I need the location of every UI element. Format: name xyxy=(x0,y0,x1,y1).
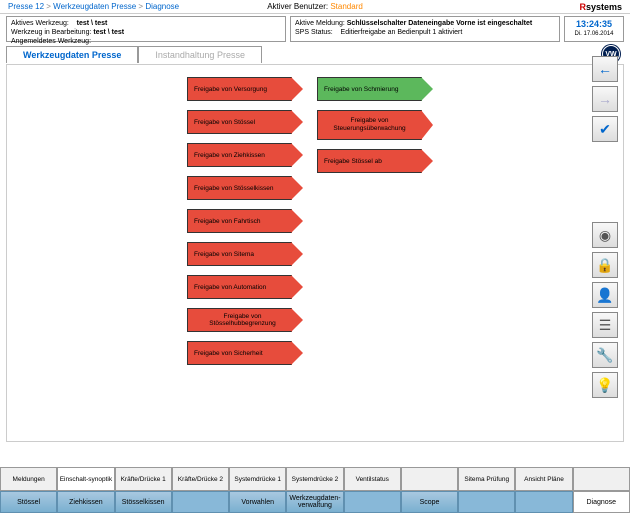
bulb-icon[interactable]: 💡 xyxy=(592,372,618,398)
status-info-box: Aktive Meldung: Schlüsselschalter Datene… xyxy=(290,16,560,42)
subtab-10 xyxy=(573,467,630,491)
tab-werkzeugdaten[interactable]: Werkzeugdaten Presse xyxy=(6,46,138,63)
flow-branch-1[interactable]: Freigabe von Steuerungsüberwachung xyxy=(317,110,422,140)
subtab-5[interactable]: Systemdrücke 2 xyxy=(286,467,343,491)
brand-logo: Rsystems xyxy=(579,2,622,12)
nav-1[interactable]: Ziehkissen xyxy=(57,491,114,513)
flow-step-0[interactable]: Freigabe von Versorgung xyxy=(187,77,292,101)
nav-4[interactable]: Vorwahlen xyxy=(229,491,286,513)
flow-branch-2[interactable]: Freigabe Stössel ab xyxy=(317,149,422,173)
forward-icon[interactable]: → xyxy=(592,86,618,112)
subtab-4[interactable]: Systemdrücke 1 xyxy=(229,467,286,491)
check-icon[interactable]: ✔ xyxy=(592,116,618,142)
datetime-box: 13:24:35 Di. 17.06.2014 xyxy=(564,16,624,42)
nav-3 xyxy=(172,491,229,513)
nav-10[interactable]: Diagnose xyxy=(573,491,630,513)
subtab-7 xyxy=(401,467,458,491)
tool-info-box: Aktives Werkzeug: test \ test Werkzeug i… xyxy=(6,16,286,42)
flow-step-6[interactable]: Freigabe von Automation xyxy=(187,275,292,299)
subtab-3[interactable]: Kräfte/Drücke 2 xyxy=(172,467,229,491)
nav-0[interactable]: Stössel xyxy=(0,491,57,513)
subtab-8[interactable]: Sitema Prüfung xyxy=(458,467,515,491)
flow-step-7[interactable]: Freigabe von Stösselhubbegrenzung xyxy=(187,308,292,332)
nav-9 xyxy=(515,491,572,513)
flow-step-1[interactable]: Freigabe von Stössel xyxy=(187,110,292,134)
breadcrumb[interactable]: Presse 12 > Werkzeugdaten Presse > Diagn… xyxy=(8,2,179,11)
flow-step-4[interactable]: Freigabe von Fahrtisch xyxy=(187,209,292,233)
flow-step-3[interactable]: Freigabe von Stösselkissen xyxy=(187,176,292,200)
flow-step-5[interactable]: Freigabe von Sitema xyxy=(187,242,292,266)
nav-7[interactable]: Scope xyxy=(401,491,458,513)
flow-step-8[interactable]: Freigabe von Sicherheit xyxy=(187,341,292,365)
diagram-area: Freigabe von Versorgung Freigabe von Stös… xyxy=(6,64,624,442)
list-icon[interactable]: ☰ xyxy=(592,312,618,338)
wrench-icon[interactable]: 🔧 xyxy=(592,342,618,368)
user-icon[interactable]: 👤 xyxy=(592,282,618,308)
nav-8 xyxy=(458,491,515,513)
subtab-1[interactable]: Einschalt-synoptik xyxy=(57,467,114,491)
lock-icon[interactable]: 🔒 xyxy=(592,252,618,278)
camera-icon[interactable]: ◉ xyxy=(592,222,618,248)
subtab-6[interactable]: Ventilstatus xyxy=(344,467,401,491)
nav-5[interactable]: Werkzeugdaten-verwaltung xyxy=(286,491,343,513)
flow-branch-0[interactable]: Freigabe von Schmierung xyxy=(317,77,422,101)
subtab-2[interactable]: Kräfte/Drücke 1 xyxy=(115,467,172,491)
subtab-9[interactable]: Ansicht Pläne xyxy=(515,467,572,491)
back-icon[interactable]: ← xyxy=(592,56,618,82)
flow-step-2[interactable]: Freigabe von Ziehkissen xyxy=(187,143,292,167)
subtab-0[interactable]: Meldungen xyxy=(0,467,57,491)
active-user: Aktiver Benutzer: Standard xyxy=(267,2,363,11)
tab-instandhaltung[interactable]: Instandhaltung Presse xyxy=(138,46,262,63)
nav-2[interactable]: Stösselkissen xyxy=(115,491,172,513)
nav-6 xyxy=(344,491,401,513)
